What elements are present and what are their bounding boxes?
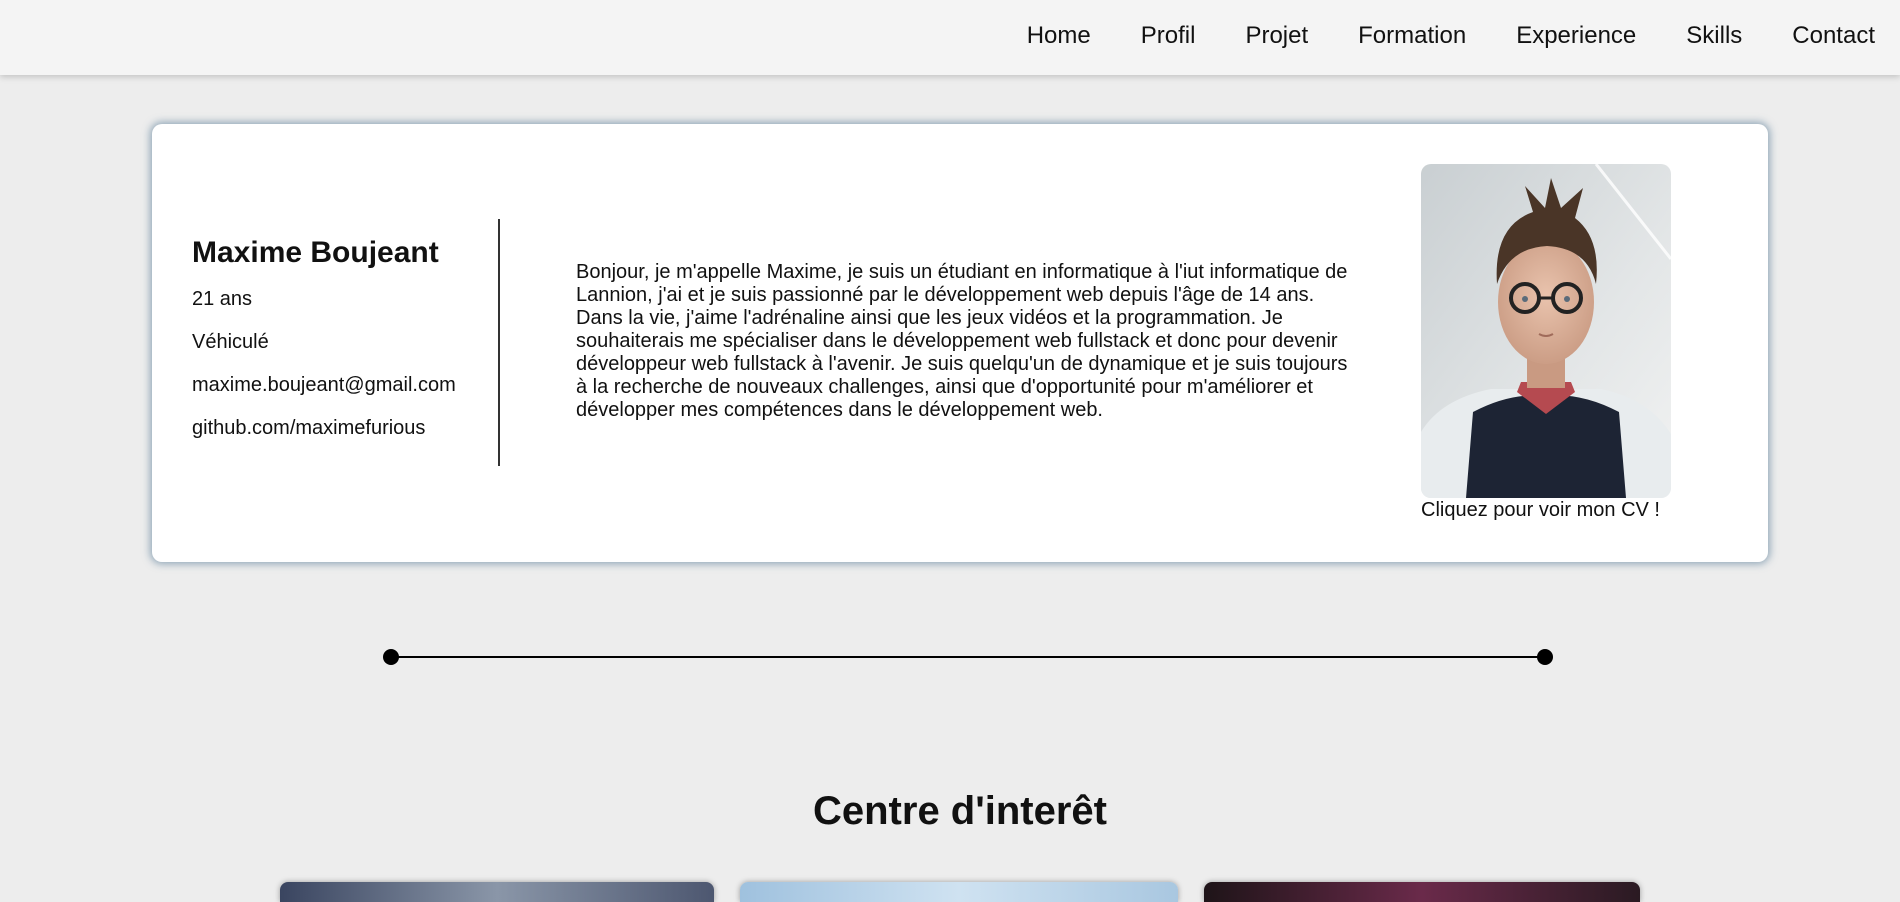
interest-card[interactable] [1204, 882, 1640, 902]
photo-block: Cliquez pour voir mon CV ! [1421, 164, 1671, 522]
timeline-separator [383, 649, 1553, 665]
interest-card[interactable] [280, 882, 714, 902]
nav-item-experience[interactable]: Experience [1516, 22, 1636, 50]
nav-item-skills[interactable]: Skills [1686, 22, 1742, 50]
profile-age: 21 ans [192, 288, 253, 310]
nav-item-formation[interactable]: Formation [1358, 22, 1466, 50]
nav-item-projet[interactable]: Projet [1245, 22, 1308, 50]
profile-photo[interactable] [1421, 164, 1671, 498]
profile-name: Maxime Boujeant [192, 236, 439, 269]
interest-card[interactable] [740, 882, 1178, 902]
nav-item-contact[interactable]: Contact [1792, 22, 1875, 50]
navbar: Home Profil Projet Formation Experience … [0, 0, 1900, 75]
nav-item-profil[interactable]: Profil [1141, 22, 1196, 50]
profile-bio: Bonjour, je m'appelle Maxime, je suis un… [576, 261, 1348, 421]
section-title-interests: Centre d'interêt [812, 789, 1107, 833]
vertical-divider [498, 219, 500, 466]
nav-links: Home Profil Projet Formation Experience … [1027, 0, 1875, 72]
profile-email: maxime.boujeant@gmail.com [192, 374, 456, 396]
profile-github: github.com/maximefurious [192, 417, 426, 439]
identity-block: Maxime Boujeant 21 ans Véhiculé maxime.b… [192, 236, 456, 460]
profile-vehicle: Véhiculé [192, 331, 269, 353]
nav-item-home[interactable]: Home [1027, 22, 1091, 50]
profile-card: Maxime Boujeant 21 ans Véhiculé maxime.b… [152, 124, 1768, 562]
cv-link[interactable]: Cliquez pour voir mon CV ! [1421, 499, 1671, 522]
